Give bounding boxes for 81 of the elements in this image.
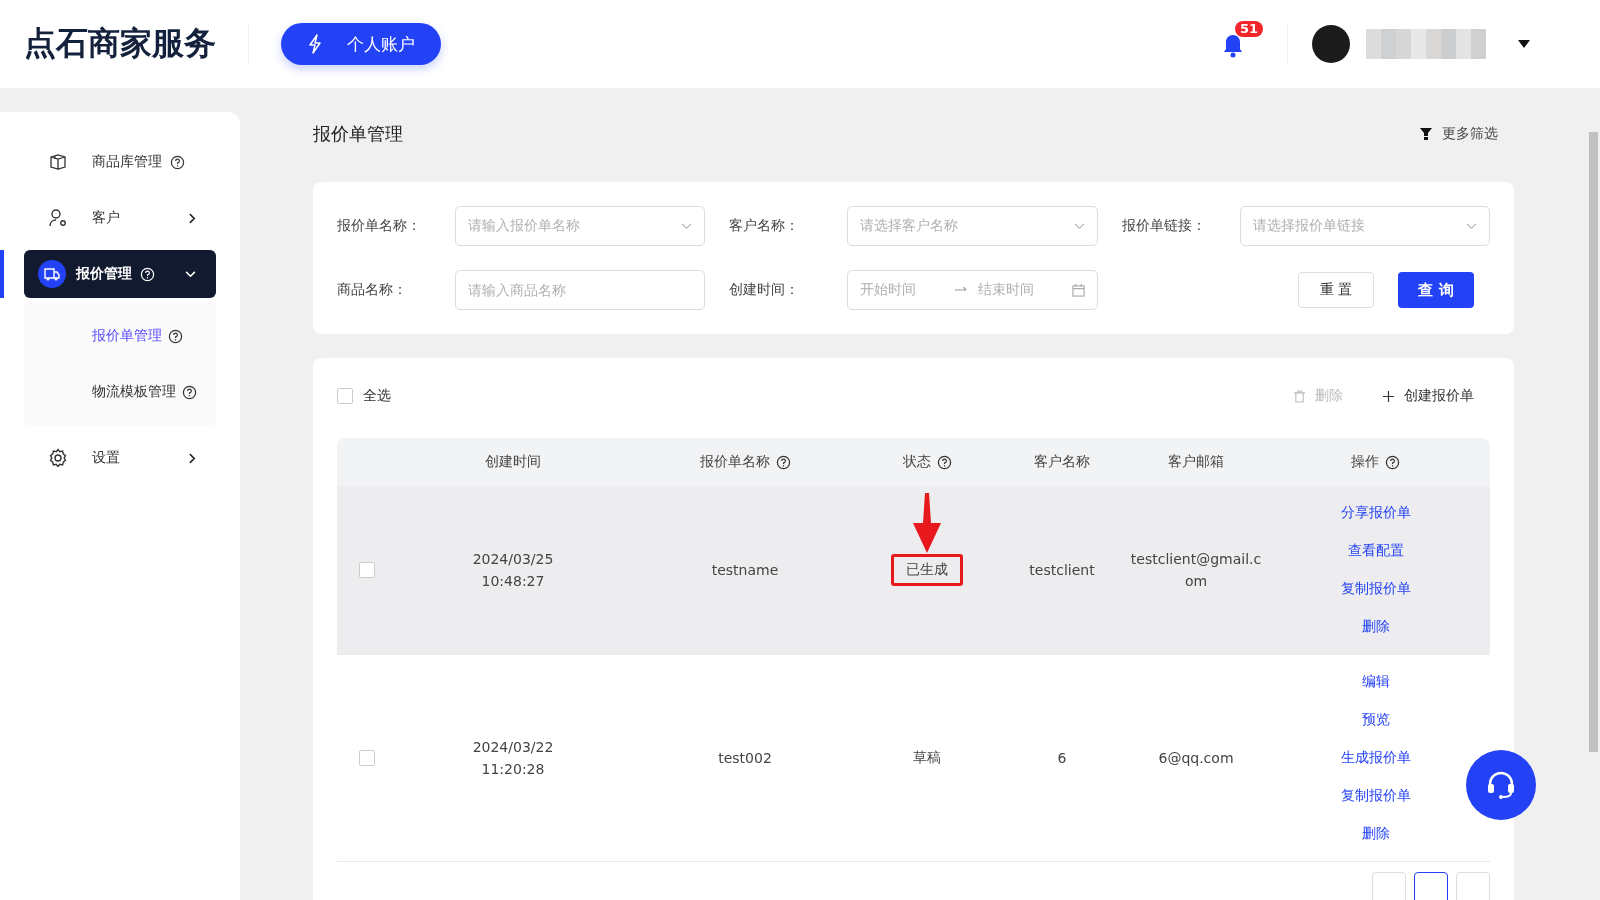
- table-cell: test002: [718, 750, 772, 766]
- reset-button[interactable]: 重 置: [1298, 272, 1374, 308]
- action-link[interactable]: 删除: [1361, 618, 1390, 636]
- action-link[interactable]: 编辑: [1361, 673, 1390, 691]
- status-text: 已生成: [906, 561, 948, 577]
- chevron-down-icon: [1073, 222, 1085, 230]
- time-text: 11:20:28: [481, 760, 545, 779]
- action-link[interactable]: 复制报价单: [1340, 787, 1411, 805]
- user-gear-icon: [48, 208, 68, 228]
- row-checkbox[interactable]: [359, 562, 375, 578]
- status-text: 草稿: [912, 748, 942, 767]
- chevron-down-icon: [185, 270, 196, 278]
- sidebar-item[interactable]: 报价管理: [24, 250, 216, 298]
- input-field[interactable]: 请输入商品名称: [455, 270, 706, 310]
- column-header: 客户邮箱: [1168, 453, 1224, 471]
- headset-icon: [1485, 769, 1517, 801]
- sidebar-item[interactable]: 客户: [24, 194, 216, 242]
- chevron-right-icon: [189, 212, 196, 224]
- date-text: 2024/03/22: [472, 738, 554, 757]
- table-cell: testname: [711, 562, 779, 578]
- calendar-icon: [1071, 283, 1085, 297]
- column-header: 创建时间: [485, 453, 541, 471]
- column-header: 客户名称: [1034, 453, 1090, 471]
- sidebar-item[interactable]: 商品库管理: [24, 138, 216, 186]
- chevron-down-icon: [681, 222, 693, 230]
- dropdown-caret-icon[interactable]: [1518, 40, 1530, 48]
- chevron-right-icon: [189, 452, 196, 464]
- truck-icon: [38, 260, 66, 288]
- settings-icon: [48, 448, 68, 468]
- trash-icon: [1294, 389, 1305, 403]
- column-header: 状态: [902, 453, 931, 471]
- help-icon: [140, 266, 155, 282]
- help-icon: [936, 454, 952, 470]
- checkbox[interactable]: [337, 388, 353, 404]
- filter-label: 报价单链接：: [1121, 217, 1207, 235]
- help-icon: [168, 328, 183, 344]
- bell-icon[interactable]: [1221, 33, 1245, 59]
- column-header: 操作: [1351, 453, 1379, 471]
- filter-icon: [1420, 128, 1432, 140]
- filter-label: 客户名称：: [729, 217, 801, 235]
- table-cell: 6: [1057, 750, 1067, 766]
- action-link[interactable]: 分享报价单: [1340, 504, 1411, 522]
- action-link[interactable]: 复制报价单: [1340, 580, 1411, 598]
- action-link[interactable]: 生成报价单: [1340, 749, 1411, 767]
- logo-text: 点石商家服务: [24, 23, 216, 64]
- column-header: 报价单名称: [699, 453, 770, 471]
- filter-label: 商品名称：: [337, 281, 408, 299]
- date-text: 2024/03/25: [472, 550, 554, 569]
- page-title: 报价单管理: [313, 122, 403, 146]
- help-icon: [182, 384, 197, 400]
- box-icon: [48, 152, 68, 172]
- submenu-item[interactable]: 报价单管理: [24, 308, 216, 364]
- sidebar-item[interactable]: 设置: [24, 434, 216, 482]
- filter-label: 创建时间：: [729, 281, 801, 299]
- lightning-icon: [307, 34, 323, 54]
- help-icon: [775, 454, 791, 470]
- select-all-checkbox[interactable]: 全选: [337, 387, 391, 405]
- table-cell: testclient: [1029, 562, 1095, 578]
- chevron-down-icon: [1466, 222, 1477, 230]
- time-text: 10:48:27: [481, 572, 545, 591]
- filter-label: 报价单名称：: [337, 217, 422, 235]
- email-text: 6@qq.com: [1158, 749, 1234, 768]
- action-link[interactable]: 删除: [1361, 825, 1390, 843]
- pagination-button[interactable]: [1414, 872, 1448, 900]
- notification-badge: 51: [1235, 21, 1264, 37]
- row-checkbox[interactable]: [359, 750, 375, 766]
- help-icon: [1385, 454, 1400, 470]
- email-text: om: [1184, 572, 1208, 591]
- help-icon: [170, 154, 185, 170]
- action-link[interactable]: 预览: [1361, 711, 1390, 729]
- plus-icon: [1383, 390, 1394, 402]
- more-filters-button[interactable]: 更多筛选: [1420, 125, 1498, 143]
- arrow-right-icon: [954, 286, 968, 294]
- annotation-arrow: [911, 493, 943, 553]
- email-text: testclient@gmail.c: [1130, 550, 1262, 569]
- action-link[interactable]: 查看配置: [1347, 542, 1404, 560]
- query-button[interactable]: 查 询: [1398, 272, 1474, 308]
- submenu-item[interactable]: 物流模板管理: [24, 364, 216, 420]
- account-button[interactable]: 个人账户: [281, 23, 441, 65]
- avatar[interactable]: [1312, 25, 1350, 63]
- create-quote-button[interactable]: 创建报价单: [1383, 387, 1474, 405]
